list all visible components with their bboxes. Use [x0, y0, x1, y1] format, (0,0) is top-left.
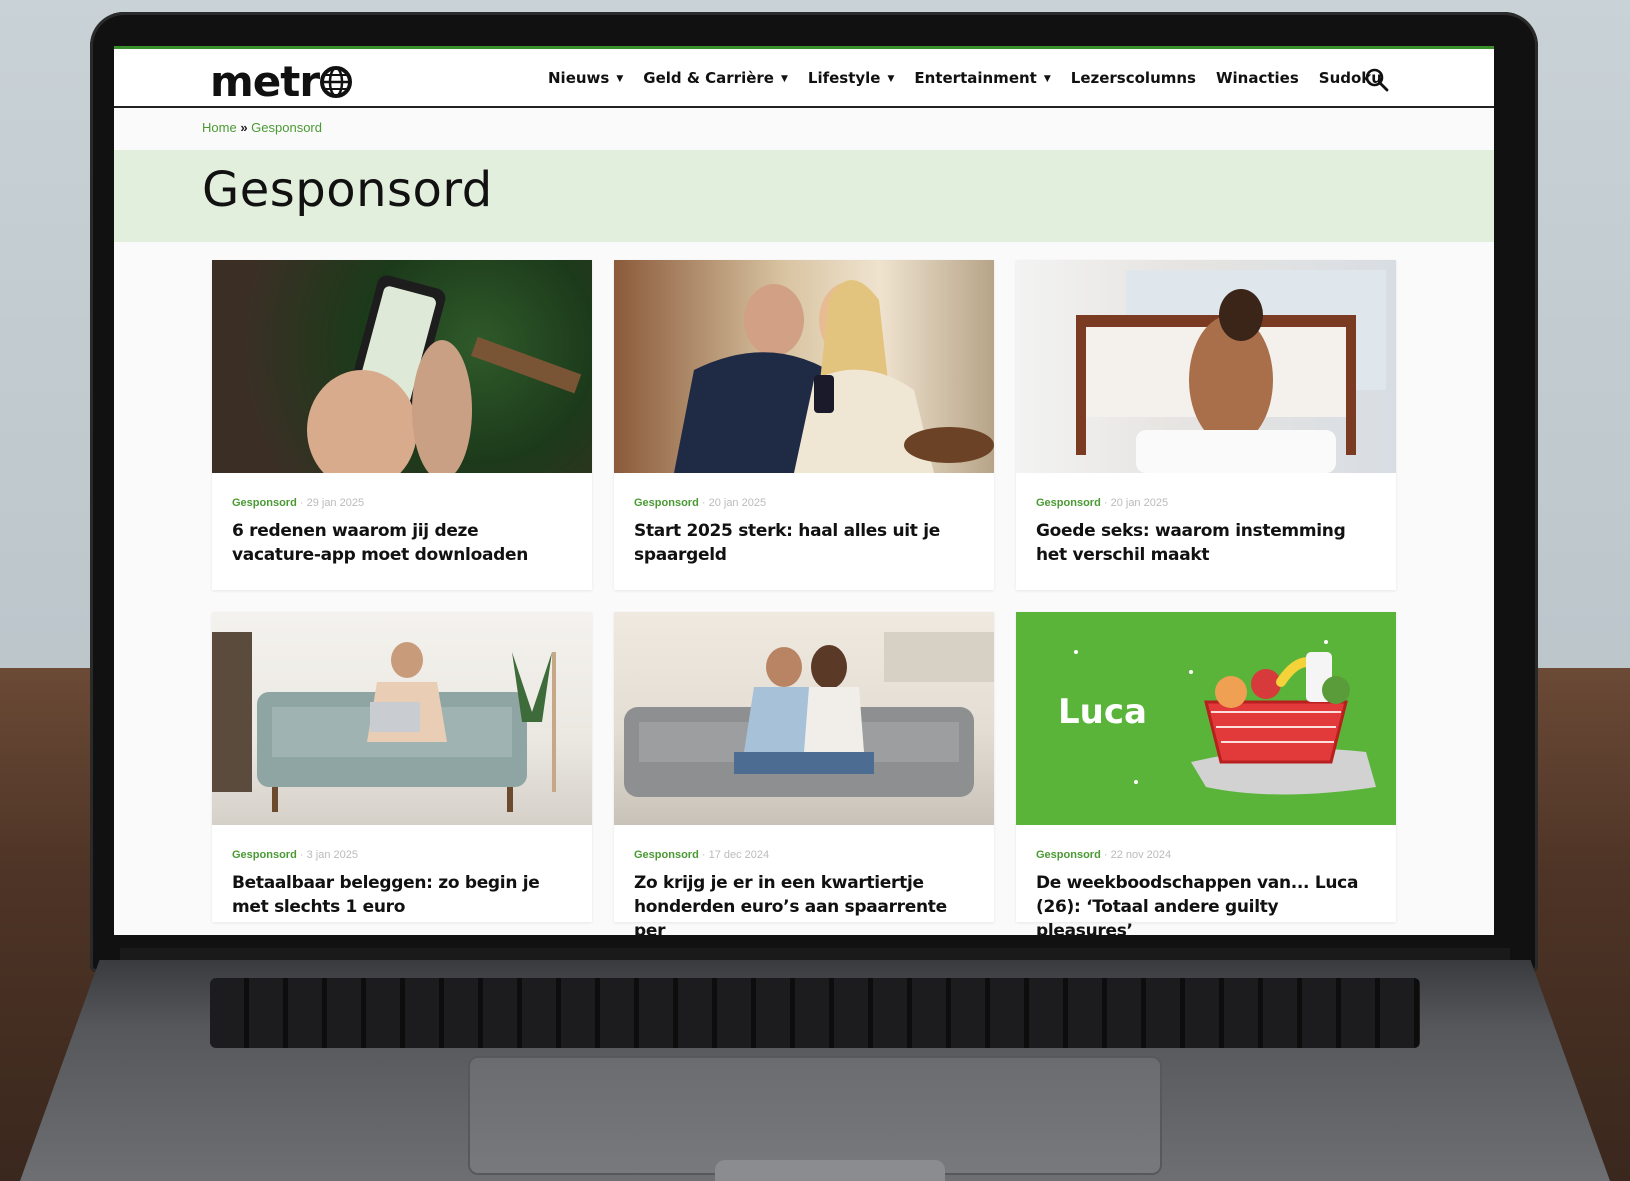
chevron-down-icon: ▼	[780, 74, 788, 84]
site-logo[interactable]: metr	[210, 57, 353, 106]
article-title[interactable]: Zo krijg je er in een kwartiertje honder…	[634, 871, 974, 935]
nav-item-winacties[interactable]: Winacties	[1216, 69, 1299, 87]
trackpad	[470, 1058, 1160, 1173]
article-card[interactable]: Gesponsord · 29 jan 2025 6 redenen waaro…	[212, 260, 592, 590]
woman-on-sofa-illustration	[212, 632, 556, 812]
category-link[interactable]: Gesponsord	[1036, 849, 1101, 861]
article-image[interactable]	[1016, 260, 1396, 473]
chevron-down-icon: ▼	[616, 74, 624, 84]
lid-notch	[715, 1160, 945, 1181]
nav-item-entertainment[interactable]: Entertainment ▼	[914, 69, 1050, 87]
article-image[interactable]: Luca	[1016, 612, 1396, 825]
article-date: · 20 jan 2025	[1103, 497, 1169, 509]
breadcrumb-home[interactable]: Home	[202, 120, 237, 135]
article-date: · 29 jan 2025	[299, 497, 365, 509]
category-link[interactable]: Gesponsord	[232, 497, 297, 509]
globe-icon	[320, 66, 353, 98]
article-card[interactable]: Gesponsord · 3 jan 2025 Betaalbaar beleg…	[212, 612, 592, 922]
nav-item-geld-carriere[interactable]: Geld & Carrière ▼	[643, 69, 788, 87]
bedroom-illustration	[1076, 270, 1386, 473]
nav-label: Winacties	[1215, 69, 1299, 87]
couple-on-sofa-illustration	[624, 632, 994, 797]
phone-in-hands-illustration	[307, 275, 582, 473]
article-card[interactable]: Gesponsord · 17 dec 2024 Zo krijg je er …	[614, 612, 994, 935]
article-meta: Gesponsord · 29 jan 2025	[232, 497, 592, 509]
nav-label: Entertainment	[914, 69, 1037, 87]
article-title[interactable]: 6 redenen waarom jij deze vacature-app m…	[232, 519, 572, 567]
laptop-screen: metr Nieuws ▼ Geld & Carrière ▼ Lifestyle ▼…	[114, 46, 1494, 935]
article-card[interactable]: Luca Gesponsord · 22 nov 2024 De weekboo…	[1016, 612, 1396, 935]
search-icon[interactable]	[1364, 67, 1390, 93]
article-meta: Gesponsord · 20 jan 2025	[1036, 497, 1396, 509]
category-link[interactable]: Gesponsord	[232, 849, 297, 861]
article-date: · 17 dec 2024	[701, 849, 770, 861]
couple-illustration	[674, 280, 994, 473]
category-link[interactable]: Gesponsord	[634, 849, 699, 861]
article-grid: Gesponsord · 29 jan 2025 6 redenen waaro…	[212, 260, 1396, 935]
nav-item-lifestyle[interactable]: Lifestyle ▼	[808, 69, 895, 87]
article-meta: Gesponsord · 22 nov 2024	[1036, 849, 1396, 861]
article-title[interactable]: Betaalbaar beleggen: zo begin je met sle…	[232, 871, 572, 919]
article-image[interactable]	[614, 612, 994, 825]
article-card[interactable]: Gesponsord · 20 jan 2025 Goede seks: waa…	[1016, 260, 1396, 590]
article-date: · 22 nov 2024	[1103, 849, 1172, 861]
article-meta: Gesponsord · 3 jan 2025	[232, 849, 592, 861]
breadcrumb: Home » Gesponsord	[202, 120, 322, 135]
nav-item-nieuws[interactable]: Nieuws ▼	[548, 69, 623, 87]
site-header: metr Nieuws ▼ Geld & Carrière ▼ Lifestyle ▼…	[114, 46, 1494, 108]
grocery-basket-illustration	[1074, 640, 1376, 795]
logo-text: metr	[210, 57, 320, 106]
article-title[interactable]: Goede seks: waarom instemming het versch…	[1036, 519, 1376, 567]
breadcrumb-separator: »	[240, 120, 248, 135]
nav-label: Lezerscolumns	[1070, 69, 1196, 87]
article-title[interactable]: Start 2025 sterk: haal alles uit je spaa…	[634, 519, 974, 567]
category-link[interactable]: Gesponsord	[634, 497, 699, 509]
main-nav: Nieuws ▼ Geld & Carrière ▼ Lifestyle ▼ Ente…	[548, 69, 1382, 87]
breadcrumb-current: Gesponsord	[251, 120, 322, 135]
article-image[interactable]	[614, 260, 994, 473]
article-date: · 20 jan 2025	[701, 497, 767, 509]
article-meta: Gesponsord · 20 jan 2025	[634, 497, 994, 509]
page-title: Gesponsord	[202, 162, 493, 218]
article-image[interactable]	[212, 260, 592, 473]
nav-label: Lifestyle	[807, 69, 881, 87]
chevron-down-icon: ▼	[1043, 74, 1051, 84]
chevron-down-icon: ▼	[887, 74, 895, 84]
article-title[interactable]: De weekboodschappen van... Luca (26): ‘T…	[1036, 871, 1376, 935]
article-date: · 3 jan 2025	[299, 849, 358, 861]
nav-item-lezerscolumns[interactable]: Lezerscolumns	[1071, 69, 1196, 87]
nav-label: Geld & Carrière	[643, 69, 774, 87]
nav-label: Nieuws	[548, 69, 610, 87]
article-card[interactable]: Gesponsord · 20 jan 2025 Start 2025 ster…	[614, 260, 994, 590]
keyboard	[210, 978, 1420, 1048]
article-image[interactable]	[212, 612, 592, 825]
article-meta: Gesponsord · 17 dec 2024	[634, 849, 994, 861]
category-link[interactable]: Gesponsord	[1036, 497, 1101, 509]
